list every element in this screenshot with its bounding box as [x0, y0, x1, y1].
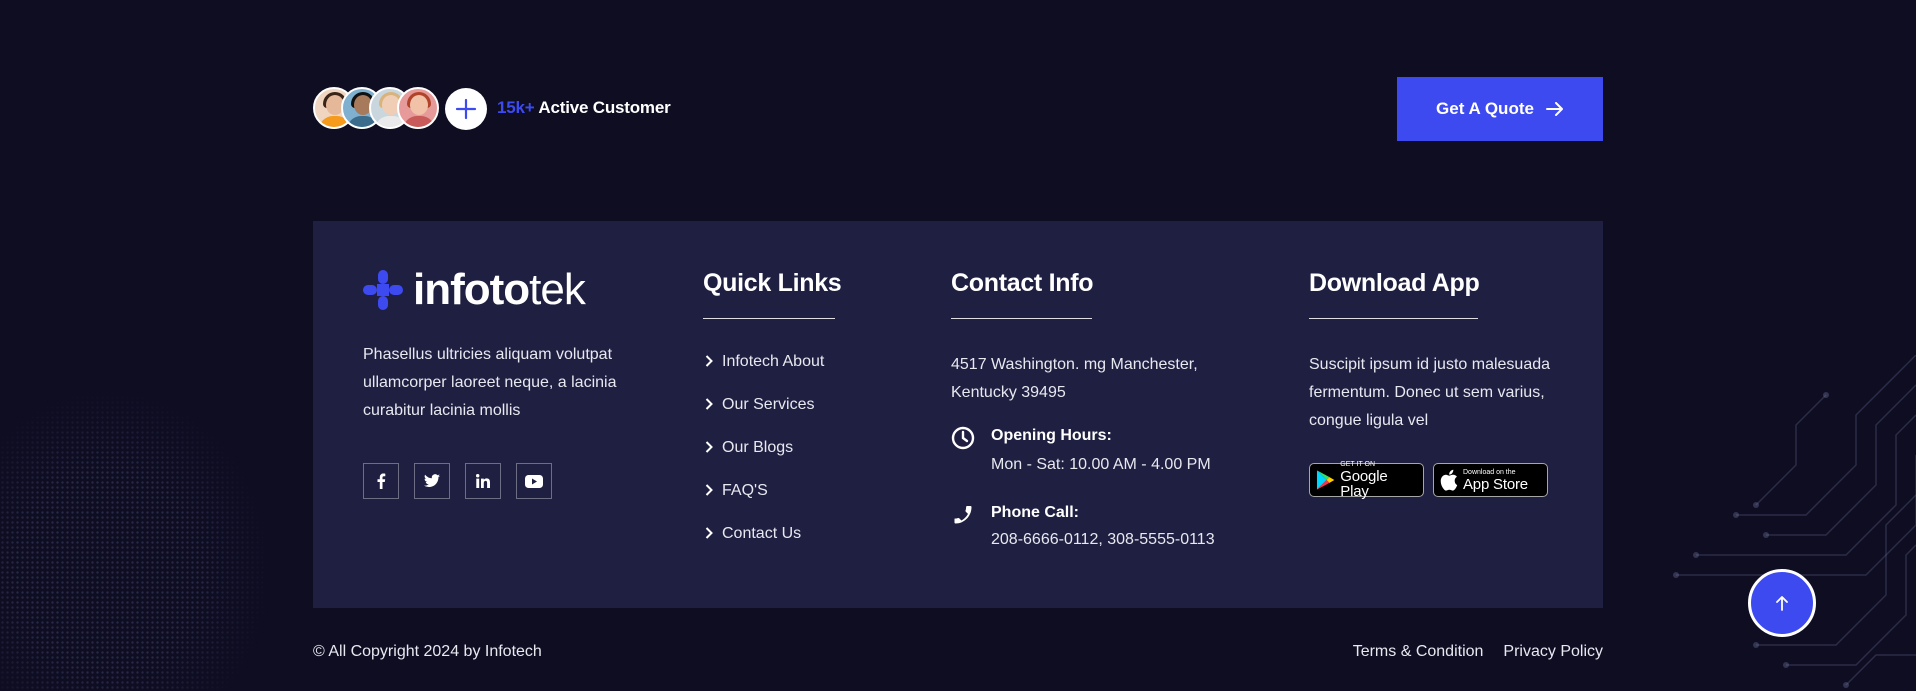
linkedin-icon [476, 474, 490, 488]
contact-info-title: Contact Info [951, 269, 1094, 297]
title-underline [951, 318, 1092, 319]
facebook-button[interactable] [363, 463, 399, 499]
quick-links-list: Infotech About Our Services Our Blogs FA… [703, 353, 824, 568]
link-our-services[interactable]: Our Services [703, 396, 824, 439]
about-description: Phasellus ultricies aliquam volutpat ull… [363, 346, 617, 419]
phone-call: Phone Call: 208-6666-0112, 308-5555-0113 [951, 503, 1215, 549]
social-links [363, 463, 552, 499]
chevron-right-icon [705, 355, 713, 367]
app-store-badge[interactable]: Download on the App Store [1433, 463, 1548, 497]
google-badge-big-text: Google Play [1340, 468, 1388, 500]
hours-value: Mon - Sat: 10.00 AM - 4.00 PM [991, 456, 1211, 473]
facebook-icon [377, 473, 386, 489]
get-a-quote-button[interactable]: Get A Quote [1397, 77, 1603, 141]
google-play-icon [1316, 470, 1335, 490]
chevron-right-icon [705, 398, 713, 410]
arrow-right-icon [1545, 102, 1563, 116]
footer-card: infototek Phasellus ultricies aliquam vo… [313, 221, 1603, 608]
world-map-dots [0, 390, 270, 691]
infotek-logo[interactable]: infototek [363, 265, 586, 314]
terms-link[interactable]: Terms & Condition [1353, 643, 1484, 661]
twitter-button[interactable] [414, 463, 450, 499]
google-play-badge[interactable]: GET IT ON Google Play [1309, 461, 1424, 500]
chevron-right-icon [705, 527, 713, 539]
copyright-text: © All Copyright 2024 by Infotech [313, 643, 542, 660]
plus-icon [455, 98, 477, 120]
hours-label: Opening Hours: [991, 427, 1112, 444]
phone-value[interactable]: 208-6666-0112, 308-5555-0113 [991, 531, 1215, 549]
customer-count: 15k+ [497, 98, 535, 117]
add-customer-button[interactable] [445, 88, 487, 130]
phone-icon [954, 506, 972, 524]
title-underline [703, 318, 835, 319]
logo-text: infototek [413, 265, 586, 314]
customer-avatars [313, 87, 439, 131]
chevron-right-icon [705, 441, 713, 453]
apple-icon [1440, 469, 1458, 491]
scroll-to-top-button[interactable] [1748, 569, 1816, 637]
opening-hours: Opening Hours: Mon - Sat: 10.00 AM - 4.0… [951, 426, 1211, 474]
title-underline [1309, 318, 1478, 319]
customer-label: Active Customer [538, 98, 671, 117]
legal-links: Terms & Condition Privacy Policy [1353, 643, 1603, 661]
quote-button-label: Get A Quote [1436, 99, 1534, 118]
download-app-description: Suscipit ipsum id justo malesuada fermen… [1309, 356, 1551, 429]
privacy-link[interactable]: Privacy Policy [1503, 643, 1603, 661]
logo-mark-icon [363, 270, 403, 310]
clock-icon [951, 426, 975, 450]
avatar [397, 87, 439, 129]
circuit-decoration [1673, 355, 1916, 688]
linkedin-button[interactable] [465, 463, 501, 499]
twitter-icon [424, 474, 440, 488]
link-faqs[interactable]: FAQ'S [703, 482, 824, 525]
arrow-up-icon [1776, 596, 1788, 611]
phone-label: Phone Call: [991, 504, 1080, 521]
link-infotech-about[interactable]: Infotech About [703, 353, 824, 396]
contact-address: 4517 Washington. mg Manchester, Kentucky… [951, 356, 1198, 401]
link-our-blogs[interactable]: Our Blogs [703, 439, 824, 482]
download-app-title: Download App [1309, 269, 1480, 297]
youtube-button[interactable] [516, 463, 552, 499]
quick-links-title: Quick Links [703, 269, 842, 297]
app-store-badges: GET IT ON Google Play Download on the Ap… [1309, 461, 1548, 500]
youtube-icon [525, 474, 543, 488]
apple-badge-big-text: App Store [1463, 475, 1528, 493]
link-contact-us[interactable]: Contact Us [703, 525, 824, 568]
active-customer-text: 15k+ Active Customer [497, 98, 671, 118]
customer-band: 15k+ Active Customer Get A Quote [313, 77, 1603, 141]
chevron-right-icon [705, 484, 713, 496]
